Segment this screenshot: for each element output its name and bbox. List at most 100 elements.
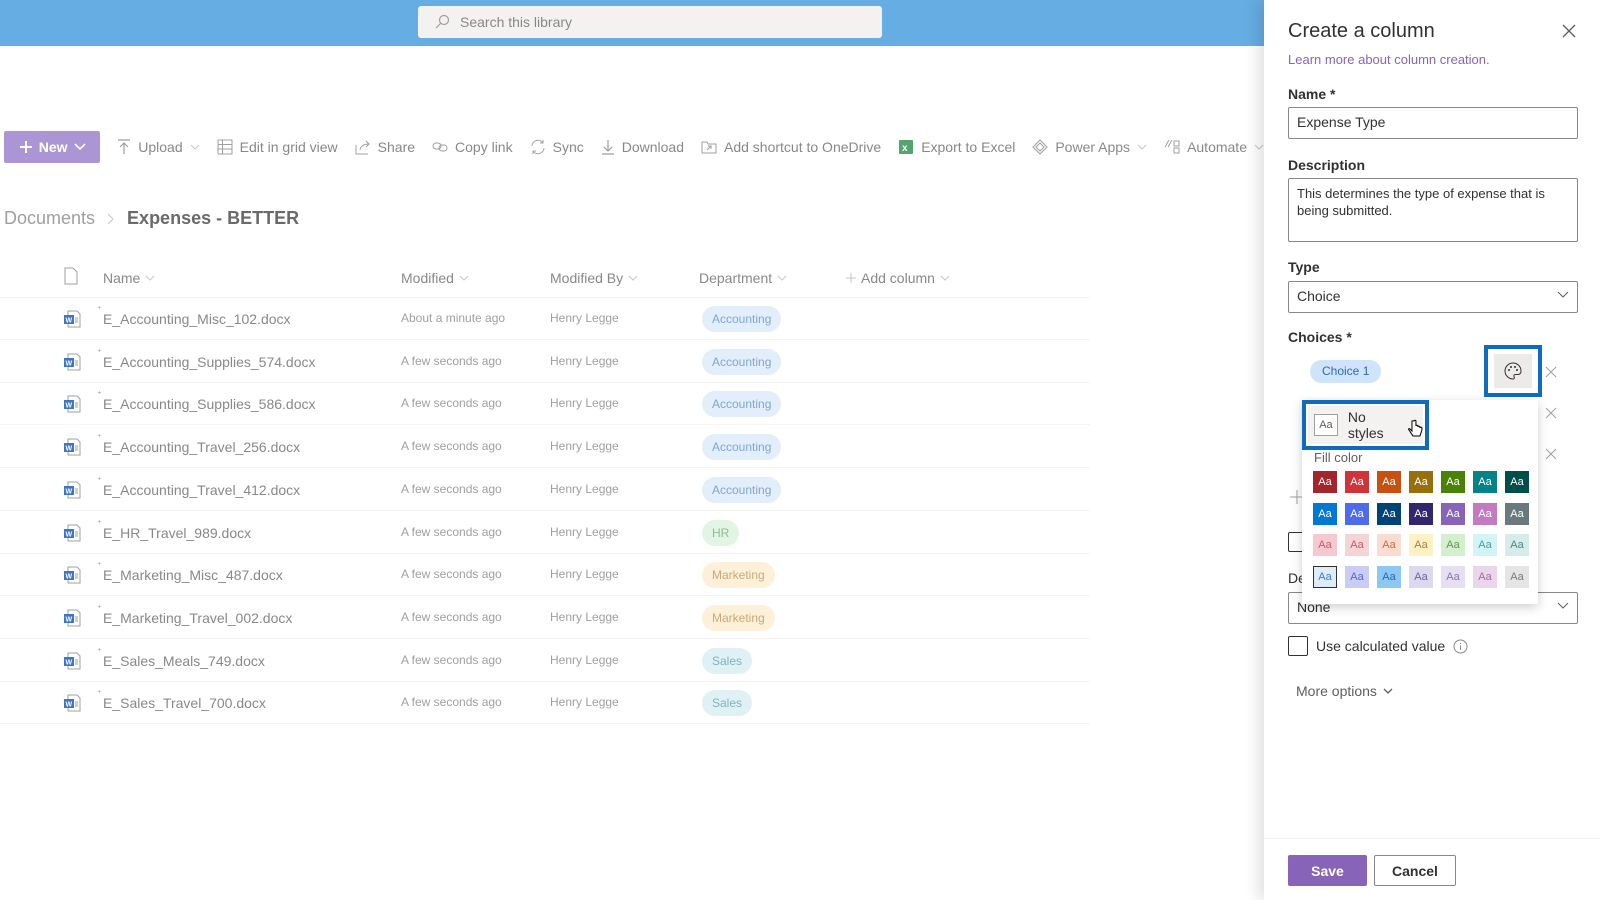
modified-by-value[interactable]: Henry Legge	[550, 439, 619, 453]
color-swatch[interactable]: Aa	[1473, 565, 1497, 588]
color-swatch[interactable]: Aa	[1473, 471, 1497, 493]
color-swatch[interactable]: Aa	[1409, 502, 1433, 525]
color-swatch[interactable]: Aa	[1345, 565, 1369, 588]
modified-by-value[interactable]: Henry Legge	[550, 695, 619, 709]
search-box[interactable]: Search this library	[418, 6, 882, 38]
color-swatch[interactable]: Aa	[1505, 502, 1529, 525]
color-swatch[interactable]: Aa	[1441, 534, 1465, 556]
color-swatch[interactable]: Aa	[1345, 502, 1369, 525]
copy-link-button[interactable]: Copy link	[432, 139, 513, 155]
table-row[interactable]: W ⁺ E_Accounting_Misc_102.docx About a minu…	[0, 298, 1090, 340]
add-column-button[interactable]: Add column	[846, 270, 950, 286]
file-name-link[interactable]: ⁺ E_Accounting_Travel_412.docx	[97, 475, 300, 498]
export-excel-button[interactable]: x Export to Excel	[898, 139, 1015, 155]
modified-by-value[interactable]: Henry Legge	[550, 610, 619, 624]
color-swatch[interactable]: Aa	[1313, 471, 1337, 493]
upload-button[interactable]: Upload	[117, 139, 199, 155]
color-swatch[interactable]: Aa	[1377, 502, 1401, 525]
file-type-header[interactable]	[64, 267, 78, 285]
description-textarea[interactable]: This determines the type of expense that…	[1288, 178, 1578, 242]
shortcut-icon	[701, 141, 717, 154]
color-swatch[interactable]: Aa	[1441, 502, 1465, 525]
no-styles-option[interactable]: Aa No styles	[1302, 400, 1429, 450]
file-name-link[interactable]: ⁺ E_Sales_Travel_700.docx	[97, 688, 266, 711]
column-header-department[interactable]: Department	[699, 270, 787, 286]
remove-choice-1-button[interactable]	[1545, 365, 1557, 383]
modified-by-value[interactable]: Henry Legge	[550, 482, 619, 496]
column-header-modified-by[interactable]: Modified By	[550, 270, 638, 286]
more-options-button[interactable]: More options	[1296, 683, 1393, 699]
download-button[interactable]: Download	[601, 139, 684, 155]
modified-by-value[interactable]: Henry Legge	[550, 354, 619, 368]
color-swatch[interactable]: Aa	[1505, 534, 1529, 556]
color-swatch[interactable]: Aa	[1345, 471, 1369, 493]
table-row[interactable]: W ⁺ E_Marketing_Misc_487.docx A few seconds…	[0, 554, 1090, 597]
edit-grid-view-button[interactable]: Edit in grid view	[217, 139, 338, 155]
share-button[interactable]: Share	[355, 139, 415, 155]
table-row[interactable]: W ⁺ E_Accounting_Travel_256.docx A few seco…	[0, 426, 1090, 469]
color-swatch[interactable]: Aa	[1377, 565, 1401, 588]
modified-by-value[interactable]: Henry Legge	[550, 567, 619, 581]
file-name-link[interactable]: ⁺ E_Marketing_Travel_002.docx	[97, 603, 292, 626]
color-swatch[interactable]: Aa	[1313, 502, 1337, 525]
name-input[interactable]: Expense Type	[1288, 107, 1578, 139]
save-button[interactable]: Save	[1288, 855, 1367, 886]
table-row[interactable]: W ⁺ E_Accounting_Travel_412.docx A few seco…	[0, 469, 1090, 511]
color-swatch[interactable]: Aa	[1505, 565, 1529, 588]
sync-button[interactable]: Sync	[530, 139, 584, 155]
file-name-link[interactable]: ⁺ E_HR_Travel_989.docx	[97, 518, 251, 541]
new-button[interactable]: New	[4, 131, 101, 163]
color-swatch[interactable]: Aa	[1473, 534, 1497, 556]
table-row[interactable]: W ⁺ E_HR_Travel_989.docx A few seconds ago H…	[0, 512, 1090, 554]
breadcrumb-documents[interactable]: Documents	[4, 208, 95, 229]
color-swatch[interactable]: Aa	[1313, 565, 1337, 588]
modified-by-value[interactable]: Henry Legge	[550, 653, 619, 667]
table-row[interactable]: W ⁺ E_Accounting_Supplies_574.docx A few se…	[0, 341, 1090, 383]
file-name-link[interactable]: ⁺ E_Marketing_Misc_487.docx	[97, 560, 283, 583]
add-shortcut-button[interactable]: Add shortcut to OneDrive	[701, 139, 881, 155]
choice-1-pill[interactable]: Choice 1	[1310, 360, 1382, 383]
column-header-name[interactable]: Name	[103, 270, 155, 286]
choice-style-button[interactable]	[1484, 345, 1542, 397]
color-swatch[interactable]: Aa	[1473, 502, 1497, 525]
color-swatch[interactable]: Aa	[1313, 534, 1337, 556]
no-styles-label: No styles	[1347, 409, 1384, 441]
modified-by-value[interactable]: Henry Legge	[550, 311, 619, 325]
color-swatch[interactable]: Aa	[1441, 565, 1465, 588]
color-swatch[interactable]: Aa	[1377, 471, 1401, 493]
color-swatch[interactable]: Aa	[1409, 565, 1433, 588]
remove-choice-2-button[interactable]	[1545, 406, 1557, 424]
file-name-link[interactable]: ⁺ E_Accounting_Supplies_574.docx	[97, 347, 316, 370]
column-header-modified[interactable]: Modified	[401, 270, 469, 286]
cancel-button[interactable]: Cancel	[1374, 855, 1456, 886]
color-swatch[interactable]: Aa	[1377, 534, 1401, 556]
file-name-link[interactable]: ⁺ E_Accounting_Travel_256.docx	[97, 432, 300, 455]
modified-by-value[interactable]: Henry Legge	[550, 525, 619, 539]
color-swatch[interactable]: Aa	[1345, 534, 1369, 556]
remove-choice-3-button[interactable]	[1545, 447, 1557, 465]
automate-button[interactable]: Automate	[1164, 139, 1264, 155]
file-name-link[interactable]: ⁺ E_Accounting_Supplies_586.docx	[97, 389, 316, 412]
color-swatch[interactable]: Aa	[1409, 471, 1433, 493]
color-swatch[interactable]: Aa	[1409, 534, 1433, 556]
svg-text:W: W	[66, 574, 73, 581]
power-apps-button[interactable]: Power Apps	[1032, 139, 1147, 155]
excel-icon: x	[899, 140, 914, 154]
type-dropdown[interactable]: Choice	[1288, 281, 1578, 313]
table-row[interactable]: W ⁺ E_Sales_Travel_700.docx A few seconds a…	[0, 682, 1090, 725]
file-name-link[interactable]: ⁺ E_Accounting_Misc_102.docx	[97, 304, 291, 327]
table-row[interactable]: W ⁺ E_Sales_Meals_749.docx A few seconds ag…	[0, 640, 1090, 682]
learn-more-link[interactable]: Learn more about column creation.	[1288, 52, 1490, 67]
file-name: E_Accounting_Misc_102.docx	[103, 311, 291, 327]
use-calculated-checkbox[interactable]	[1288, 636, 1308, 656]
file-name-link[interactable]: ⁺ E_Sales_Meals_749.docx	[97, 646, 265, 669]
table-row[interactable]: W ⁺ E_Marketing_Travel_002.docx A few secon…	[0, 597, 1090, 639]
info-icon[interactable]	[1453, 639, 1468, 654]
modified-by-value[interactable]: Henry Legge	[550, 396, 619, 410]
department-pill: Accounting	[702, 348, 782, 375]
table-row[interactable]: W ⁺ E_Accounting_Supplies_586.docx A few se…	[0, 383, 1090, 426]
color-swatch[interactable]: Aa	[1505, 471, 1529, 493]
color-swatch[interactable]: Aa	[1441, 471, 1465, 493]
close-button[interactable]	[1562, 24, 1576, 43]
search-input[interactable]: Search this library	[460, 14, 572, 30]
